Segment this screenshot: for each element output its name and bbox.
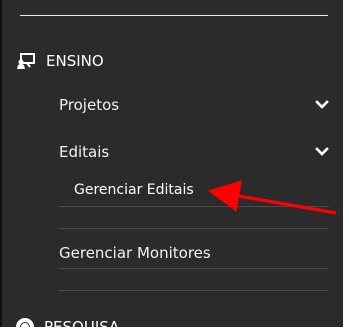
teaching-board-icon [17,53,35,69]
section-header-ensino[interactable]: ENSINO [16,50,104,72]
menu-divider [59,290,329,291]
top-divider [20,15,328,16]
chevron-down-icon [315,100,329,109]
menu-item-label: Editais [59,143,110,161]
section-title: ENSINO [46,52,104,70]
menu-divider [59,228,329,229]
sidebar-panel: ENSINO Projetos Editais Gerenciar Editai… [0,0,348,327]
section-header-pesquisa[interactable]: PESQUISA [16,317,119,327]
menu-item-projetos[interactable]: Projetos [59,93,329,117]
menu-item-label: Gerenciar Monitores [59,244,211,262]
section-title-next: PESQUISA [44,318,120,327]
menu-item-editais[interactable]: Editais [59,140,329,164]
submenu-item-gerenciar-editais[interactable]: Gerenciar Editais [74,178,194,202]
menu-item-label: Projetos [59,96,120,114]
menu-divider [59,268,329,269]
menu-item-gerenciar-monitores[interactable]: Gerenciar Monitores [59,241,329,265]
red-pointer-arrow-icon [207,180,337,215]
globe-icon [16,318,34,327]
chevron-down-icon [315,147,329,156]
